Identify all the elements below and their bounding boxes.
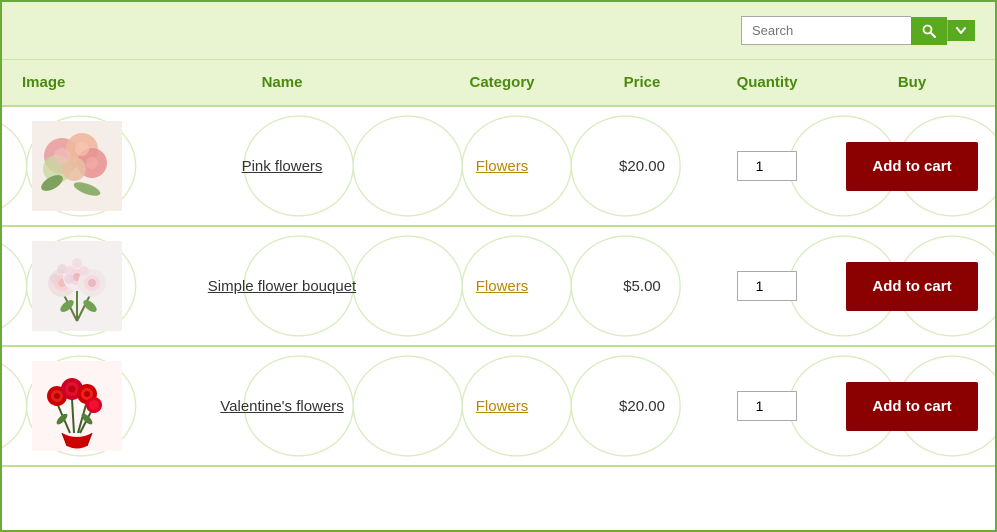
col-header-quantity: Quantity	[702, 74, 832, 91]
table-header: Image Name Category Price Quantity Buy	[2, 60, 995, 107]
table-row: Simple flower bouquet Flowers $5.00 Add …	[2, 227, 995, 347]
product-quantity-cell	[702, 271, 832, 301]
product-category-link[interactable]: Flowers	[476, 158, 529, 175]
product-image-cell	[12, 361, 142, 451]
product-price-cell: $20.00	[582, 158, 702, 175]
product-image-cell	[12, 121, 142, 211]
search-input[interactable]	[741, 16, 911, 45]
product-category-cell: Flowers	[422, 398, 582, 415]
product-image-cell	[12, 241, 142, 331]
product-category-link[interactable]: Flowers	[476, 398, 529, 415]
col-header-image: Image	[12, 74, 142, 91]
add-to-cart-button[interactable]: Add to cart	[846, 262, 978, 311]
product-image	[32, 121, 122, 211]
product-buy-cell: Add to cart	[832, 382, 992, 431]
product-price: $20.00	[619, 398, 665, 415]
product-name-link[interactable]: Valentine's flowers	[220, 398, 343, 415]
product-buy-cell: Add to cart	[832, 262, 992, 311]
product-buy-cell: Add to cart	[832, 142, 992, 191]
product-price: $5.00	[623, 278, 661, 295]
table-row: Pink flowers Flowers $20.00 Add to cart	[2, 107, 995, 227]
product-name-cell: Pink flowers	[142, 158, 422, 175]
add-to-cart-button[interactable]: Add to cart	[846, 382, 978, 431]
product-category-cell: Flowers	[422, 158, 582, 175]
col-header-name: Name	[142, 74, 422, 91]
product-price: $20.00	[619, 158, 665, 175]
product-image	[32, 241, 122, 331]
col-header-buy: Buy	[832, 74, 992, 91]
search-icon	[922, 24, 936, 38]
col-header-category: Category	[422, 74, 582, 91]
product-image	[32, 361, 122, 451]
product-price-cell: $5.00	[582, 278, 702, 295]
search-wrapper	[741, 16, 975, 45]
chevron-down-icon	[956, 27, 966, 34]
product-quantity-cell	[702, 151, 832, 181]
product-price-cell: $20.00	[582, 398, 702, 415]
product-name-cell: Simple flower bouquet	[142, 278, 422, 295]
product-name-cell: Valentine's flowers	[142, 398, 422, 415]
product-category-link[interactable]: Flowers	[476, 278, 529, 295]
table-row: Valentine's flowers Flowers $20.00 Add t…	[2, 347, 995, 467]
add-to-cart-button[interactable]: Add to cart	[846, 142, 978, 191]
product-name-link[interactable]: Pink flowers	[242, 158, 323, 175]
product-category-cell: Flowers	[422, 278, 582, 295]
search-dropdown-button[interactable]	[947, 20, 975, 41]
quantity-input[interactable]	[737, 271, 797, 301]
quantity-input[interactable]	[737, 151, 797, 181]
product-quantity-cell	[702, 391, 832, 421]
product-name-link[interactable]: Simple flower bouquet	[208, 278, 356, 295]
search-button[interactable]	[911, 17, 947, 45]
page-header	[2, 2, 995, 60]
col-header-price: Price	[582, 74, 702, 91]
quantity-input[interactable]	[737, 391, 797, 421]
